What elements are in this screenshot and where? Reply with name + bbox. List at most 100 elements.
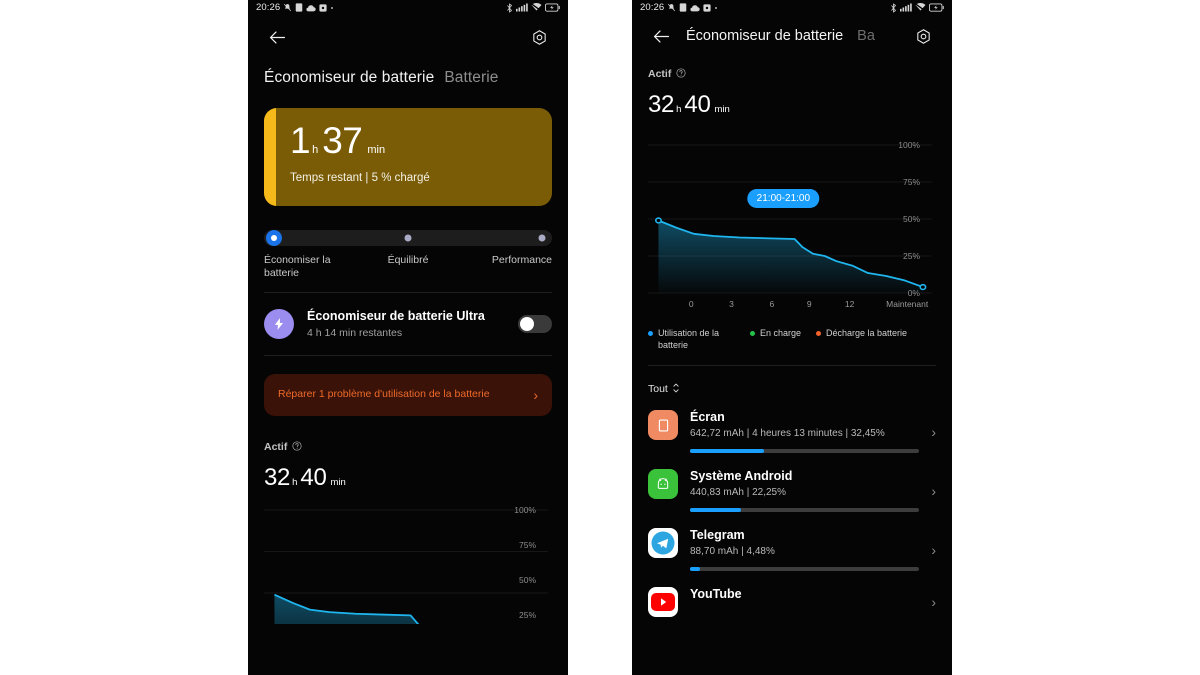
app-usage-fill bbox=[690, 508, 742, 513]
app-bar-right: Économiseur de batterie Ba bbox=[632, 15, 952, 57]
page-title-row: Économiseur de batterie Batterie bbox=[248, 59, 568, 87]
phone-right-screen: 20:26 Économiseur de batterie Ba Actif 3… bbox=[632, 0, 952, 675]
bluetooth-icon bbox=[506, 2, 513, 13]
power-mode-dot-2[interactable] bbox=[538, 234, 546, 242]
chart-svg-right bbox=[648, 137, 936, 297]
app-name: Telegram bbox=[690, 528, 745, 543]
active-label-right: Actif bbox=[648, 68, 672, 80]
active-label-left: Actif bbox=[264, 441, 288, 453]
active-minutes-left: 40 bbox=[300, 464, 327, 491]
tab-batterie[interactable]: Batterie bbox=[444, 69, 498, 87]
app-usage-fill bbox=[690, 567, 701, 572]
x-tick-6: 6 bbox=[769, 299, 775, 309]
list-item[interactable]: Telegram 88,70 mAh | 4,48% › bbox=[632, 512, 952, 572]
power-mode-track[interactable] bbox=[264, 230, 552, 246]
active-time-value-left: 32 h 40 min bbox=[264, 464, 552, 492]
ultra-saver-text: Économiseur de batterie Ultra 4 h 14 min… bbox=[307, 309, 527, 339]
status-bar-left-group: 20:26 bbox=[256, 2, 334, 13]
list-item-body: Telegram 88,70 mAh | 4,48% bbox=[690, 528, 920, 572]
legend-item-charging: En charge bbox=[750, 327, 802, 351]
power-mode-dot-1[interactable] bbox=[404, 234, 412, 242]
gear-icon[interactable] bbox=[910, 23, 936, 49]
lightning-bolt-icon bbox=[264, 309, 294, 339]
power-mode-labels: Économiser la batterie Équilibré Perform… bbox=[264, 254, 552, 284]
battery-chart-right: 100% 75% 50% 25% 0% 21:00-21:00 0 3 6 9 … bbox=[632, 137, 952, 313]
sd-card-icon bbox=[679, 3, 687, 12]
chart-legend: Utilisation de la batterie En charge Déc… bbox=[632, 313, 952, 351]
active-time-value-right: 32 h 40 min bbox=[648, 91, 936, 119]
active-time-header-right: Actif bbox=[648, 65, 936, 83]
app-usage-bar bbox=[690, 508, 920, 513]
sort-filter-control[interactable]: Tout bbox=[632, 366, 952, 398]
telegram-paper-plane-icon bbox=[648, 528, 678, 559]
signal-bars-icon bbox=[900, 3, 912, 12]
active-hours-unit-left: h bbox=[292, 477, 298, 488]
power-mode-dot-0[interactable] bbox=[266, 230, 282, 246]
list-item[interactable]: YouTube › bbox=[632, 571, 952, 618]
ultra-saver-title: Économiseur de batterie Ultra bbox=[307, 309, 485, 323]
gear-icon[interactable] bbox=[526, 24, 552, 50]
app-meta: 440,83 mAh | 22,25% bbox=[690, 487, 786, 499]
battery-summary-card[interactable]: 1 h 37 min Temps restant | 5 % chargé bbox=[264, 108, 552, 206]
active-hours-left: 32 bbox=[264, 464, 291, 491]
chevron-right-icon: › bbox=[533, 387, 538, 403]
status-bar-right: 20:26 bbox=[632, 0, 952, 15]
active-hours-unit-right: h bbox=[676, 104, 682, 115]
app-badge-icon bbox=[703, 3, 711, 12]
back-arrow-icon[interactable] bbox=[264, 24, 290, 50]
active-time-block-right: Actif 32 h 40 min bbox=[632, 57, 952, 119]
chevron-right-icon: › bbox=[931, 482, 936, 499]
power-mode-label-0: Économiser la batterie bbox=[264, 254, 331, 280]
battery-time-remaining: 1 h 37 min bbox=[290, 122, 430, 159]
legend-dot-charging bbox=[750, 331, 755, 336]
x-tick-12: 12 bbox=[844, 299, 855, 309]
sort-updown-icon bbox=[672, 380, 680, 398]
chart-svg-left bbox=[264, 504, 552, 624]
screenshot-stage: 20:26 Économiseur de batterie Batterie 1… bbox=[0, 0, 1200, 675]
battery-hours: 1 bbox=[290, 120, 311, 161]
app-name: Écran bbox=[690, 410, 725, 425]
power-mode-selector[interactable]: Économiser la batterie Équilibré Perform… bbox=[264, 230, 552, 284]
chart-plot-area-left: 100% 75% 50% 25% bbox=[264, 504, 552, 624]
help-circle-icon[interactable] bbox=[292, 438, 302, 456]
app-bar-left bbox=[248, 15, 568, 59]
youtube-play-icon bbox=[648, 587, 678, 618]
cloud-upload-icon bbox=[690, 4, 700, 12]
chevron-right-icon: › bbox=[931, 541, 936, 558]
dot-icon bbox=[714, 6, 718, 10]
legend-label-usage: Utilisation de la batterie bbox=[658, 328, 720, 351]
ultra-saver-toggle[interactable] bbox=[518, 315, 552, 333]
ultra-saver-row[interactable]: Économiseur de batterie Ultra 4 h 14 min… bbox=[248, 293, 568, 355]
help-circle-icon[interactable] bbox=[676, 65, 686, 83]
battery-minutes-unit: min bbox=[367, 144, 386, 156]
back-arrow-icon[interactable] bbox=[648, 23, 674, 49]
battery-minutes: 37 bbox=[322, 120, 363, 161]
x-tick-0: 0 bbox=[688, 299, 694, 309]
chart-x-labels: 0 3 6 9 12 Maintenant bbox=[648, 299, 936, 313]
chevron-right-icon: › bbox=[931, 423, 936, 440]
list-item[interactable]: Écran 642,72 mAh | 4 heures 13 minutes |… bbox=[632, 398, 952, 454]
collapsed-tab-batterie[interactable]: Ba bbox=[857, 28, 875, 44]
silent-mode-icon bbox=[667, 3, 676, 12]
chart-tooltip[interactable]: 21:00-21:00 bbox=[747, 189, 820, 208]
repair-banner-text: Réparer 1 problème d'utilisation de la b… bbox=[278, 388, 490, 401]
app-usage-bar bbox=[690, 449, 920, 454]
wifi-muted-icon bbox=[531, 3, 542, 12]
x-tick-now: Maintenant bbox=[886, 299, 929, 309]
ultra-saver-subtitle: 4 h 14 min restantes bbox=[307, 327, 403, 339]
list-item[interactable]: Système Android 440,83 mAh | 22,25% › bbox=[632, 453, 952, 513]
active-hours-right: 32 bbox=[648, 91, 675, 118]
repair-battery-banner[interactable]: Réparer 1 problème d'utilisation de la b… bbox=[264, 374, 552, 416]
silent-mode-icon bbox=[283, 3, 292, 12]
active-minutes-unit-left: min bbox=[330, 477, 346, 488]
battery-fill-indicator bbox=[264, 108, 276, 206]
battery-icon bbox=[545, 3, 560, 12]
legend-dot-discharge bbox=[816, 331, 821, 336]
chart-plot-area-right: 100% 75% 50% 25% 0% 21:00-21:00 bbox=[648, 137, 936, 298]
status-bar-right-right-group bbox=[890, 2, 944, 13]
bluetooth-icon bbox=[890, 2, 897, 13]
dot-icon bbox=[330, 6, 334, 10]
chevron-right-icon: › bbox=[931, 594, 936, 611]
legend-label-charging: En charge bbox=[760, 328, 802, 338]
active-time-header-left: Actif bbox=[264, 438, 552, 456]
